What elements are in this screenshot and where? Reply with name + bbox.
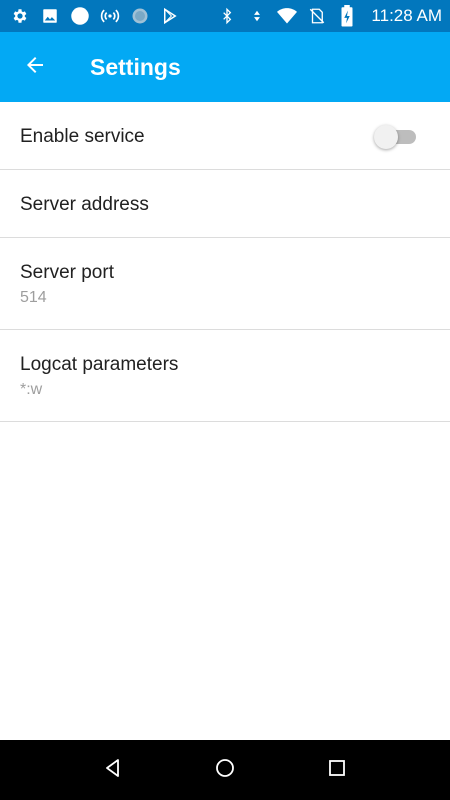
settings-screen: 11:28 AM Settings Enable service Server … [0,0,450,800]
battery-charging-icon [337,5,357,27]
circle-icon [70,6,90,26]
bluetooth-icon [217,6,237,26]
gear-icon [10,6,30,26]
no-sim-icon [307,6,327,26]
image-icon [40,6,60,26]
nav-home-button[interactable] [169,740,281,800]
status-system-icons: 11:28 AM [217,5,442,27]
nav-back-button[interactable] [57,740,169,800]
pref-title: Enable service [20,126,145,147]
recents-square-icon [328,759,346,782]
settings-list: Enable service Server address Server por… [0,102,450,422]
back-button[interactable] [0,32,70,102]
pref-title: Server port [20,262,114,283]
wifi-icon [277,6,298,26]
pref-enable-service[interactable]: Enable service [0,102,450,170]
pref-summary: 514 [20,289,47,306]
home-circle-icon [215,758,235,783]
pref-server-port[interactable]: Server port 514 [0,238,450,330]
back-triangle-icon [103,758,123,783]
navigation-bar [0,740,450,800]
play-store-icon [160,6,180,26]
status-bar: 11:28 AM [0,0,450,32]
switch-thumb [374,125,398,149]
pref-title: Server address [20,194,149,215]
pref-title: Logcat parameters [20,354,179,375]
pref-logcat-parameters[interactable]: Logcat parameters *:w [0,330,450,422]
status-notification-icons [10,6,180,26]
wireless-icon [100,6,120,26]
enable-service-switch[interactable] [374,125,416,149]
data-arrows-icon [247,6,267,26]
page-title: Settings [90,53,181,80]
sync-icon [130,6,150,26]
status-time: 11:28 AM [371,6,442,25]
arrow-left-icon [23,53,47,82]
app-bar: Settings [0,32,450,102]
nav-recents-button[interactable] [281,740,393,800]
pref-server-address[interactable]: Server address [0,170,450,238]
pref-summary: *:w [20,381,43,398]
